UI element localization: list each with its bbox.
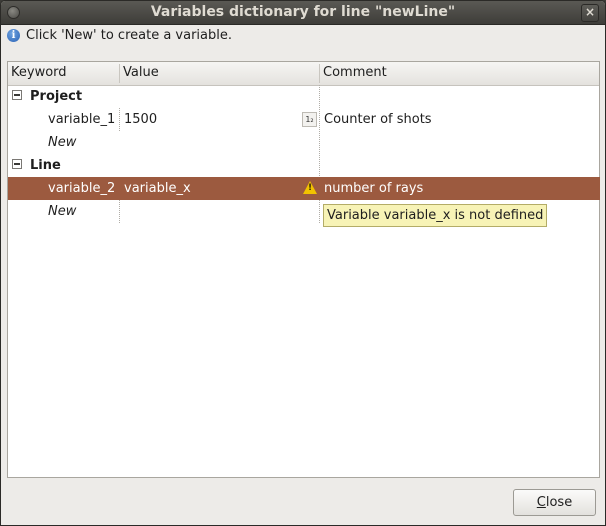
value-cell[interactable]: 1500 [124, 108, 157, 131]
comment-cell[interactable]: number of rays [324, 177, 423, 200]
collapse-icon[interactable] [12, 90, 22, 100]
group-label: Line [30, 158, 61, 173]
keyword-cell[interactable]: variable_2 [48, 177, 115, 200]
new-variable-label[interactable]: New [48, 131, 76, 154]
collapse-icon[interactable] [12, 159, 22, 169]
table-row[interactable]: variable_1 1500 1₂ Counter of shots [8, 108, 600, 131]
close-button-mnemonic: C [536, 495, 546, 510]
new-variable-row[interactable]: New [8, 131, 600, 154]
table-row-selected[interactable]: variable_2 variable_x ! number of rays [8, 177, 600, 200]
close-button-label: lose [545, 495, 573, 510]
comment-cell[interactable]: Counter of shots [324, 108, 432, 131]
group-row-line[interactable]: Line [8, 154, 600, 177]
warning-icon: ! [303, 181, 317, 194]
number-type-icon: 1₂ [302, 112, 317, 127]
column-value[interactable]: Value [120, 62, 320, 85]
column-comment[interactable]: Comment [320, 62, 600, 85]
value-cell[interactable]: variable_x [124, 177, 191, 200]
window-close-icon[interactable]: × [581, 4, 599, 22]
keyword-cell[interactable]: variable_1 [48, 108, 115, 131]
column-keyword[interactable]: Keyword [8, 62, 120, 85]
info-bar: i Click 'New' to create a variable. [7, 27, 232, 43]
group-label: Project [30, 89, 83, 104]
variables-tree[interactable]: Keyword Value Comment Project variable_1… [7, 61, 600, 478]
error-tooltip: Variable variable_x is not defined [323, 204, 548, 227]
titlebar[interactable]: Variables dictionary for line "newLine" … [1, 1, 605, 25]
new-variable-label[interactable]: New [48, 200, 76, 223]
window-title: Variables dictionary for line "newLine" [150, 4, 456, 20]
info-icon: i [7, 28, 20, 42]
close-button[interactable]: Close [513, 489, 596, 516]
column-header: Keyword Value Comment [8, 62, 599, 86]
info-text: Click 'New' to create a variable. [26, 27, 233, 43]
variables-dialog: Variables dictionary for line "newLine" … [0, 0, 606, 526]
group-row-project[interactable]: Project [8, 85, 600, 108]
